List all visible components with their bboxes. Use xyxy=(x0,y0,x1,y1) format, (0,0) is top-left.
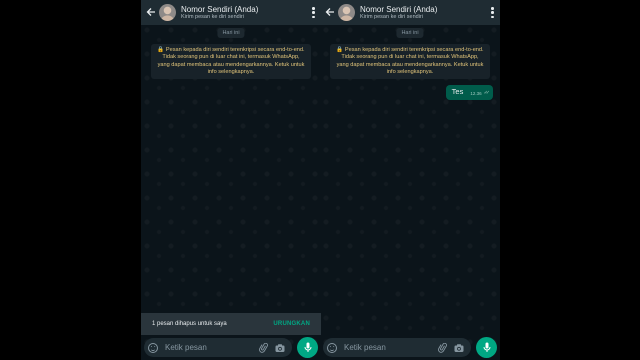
chat-title: Nomor Sendiri (Anda) xyxy=(181,4,259,14)
microphone-button[interactable] xyxy=(476,337,497,358)
chat-header: Nomor Sendiri (Anda) Kirim pesan ke diri… xyxy=(320,0,500,25)
double-check-icon: ✓✓ xyxy=(483,90,491,96)
message-text: Tes xyxy=(451,87,464,96)
message-time: 12.36 xyxy=(470,91,482,96)
encryption-notice[interactable]: 🔒 Pesan kepada diri sendiri terenkripsi … xyxy=(151,44,311,80)
chat-title-block[interactable]: Nomor Sendiri (Anda) Kirim pesan ke diri… xyxy=(360,5,437,21)
avatar[interactable] xyxy=(338,4,355,21)
chat-header: Nomor Sendiri (Anda) Kirim pesan ke diri… xyxy=(141,0,321,25)
paperclip-icon[interactable] xyxy=(259,342,269,353)
date-chip: Hari ini xyxy=(396,28,424,38)
outgoing-message[interactable]: Tes 12.36 ✓✓ xyxy=(445,85,493,100)
phone-left: Nomor Sendiri (Anda) Kirim pesan ke diri… xyxy=(141,0,321,360)
date-chip: Hari ini xyxy=(217,28,245,38)
encryption-notice[interactable]: 🔒 Pesan kepada diri sendiri terenkripsi … xyxy=(330,44,490,80)
chat-title: Nomor Sendiri (Anda) xyxy=(360,4,438,14)
microphone-button[interactable] xyxy=(297,337,318,358)
message-input[interactable] xyxy=(165,343,259,352)
snackbar-text: 1 pesan dihapus untuk saya xyxy=(152,321,227,327)
microphone-icon xyxy=(304,342,311,352)
message-input[interactable] xyxy=(344,343,438,352)
camera-icon[interactable] xyxy=(275,343,285,353)
avatar[interactable] xyxy=(159,4,176,21)
back-arrow-icon[interactable] xyxy=(323,7,337,19)
paperclip-icon[interactable] xyxy=(438,342,448,353)
camera-icon[interactable] xyxy=(454,343,464,353)
chat-title-block[interactable]: Nomor Sendiri (Anda) Kirim pesan ke diri… xyxy=(181,5,258,21)
message-composer xyxy=(144,338,292,357)
more-vertical-icon[interactable] xyxy=(312,7,315,18)
phone-right: Nomor Sendiri (Anda) Kirim pesan ke diri… xyxy=(320,0,500,360)
undo-button[interactable]: URUNGKAN xyxy=(273,321,310,327)
emoji-icon[interactable] xyxy=(327,342,337,353)
snackbar: 1 pesan dihapus untuk saya URUNGKAN xyxy=(141,313,321,335)
microphone-icon xyxy=(483,342,490,352)
emoji-icon[interactable] xyxy=(148,342,158,353)
more-vertical-icon[interactable] xyxy=(491,7,494,18)
chat-subtitle: Kirim pesan ke diri sendiri xyxy=(360,13,423,20)
message-composer xyxy=(323,338,471,357)
screenshot-stage: Nomor Sendiri (Anda) Kirim pesan ke diri… xyxy=(0,0,640,360)
chat-subtitle: Kirim pesan ke diri sendiri xyxy=(181,13,244,20)
back-arrow-icon[interactable] xyxy=(144,7,158,19)
